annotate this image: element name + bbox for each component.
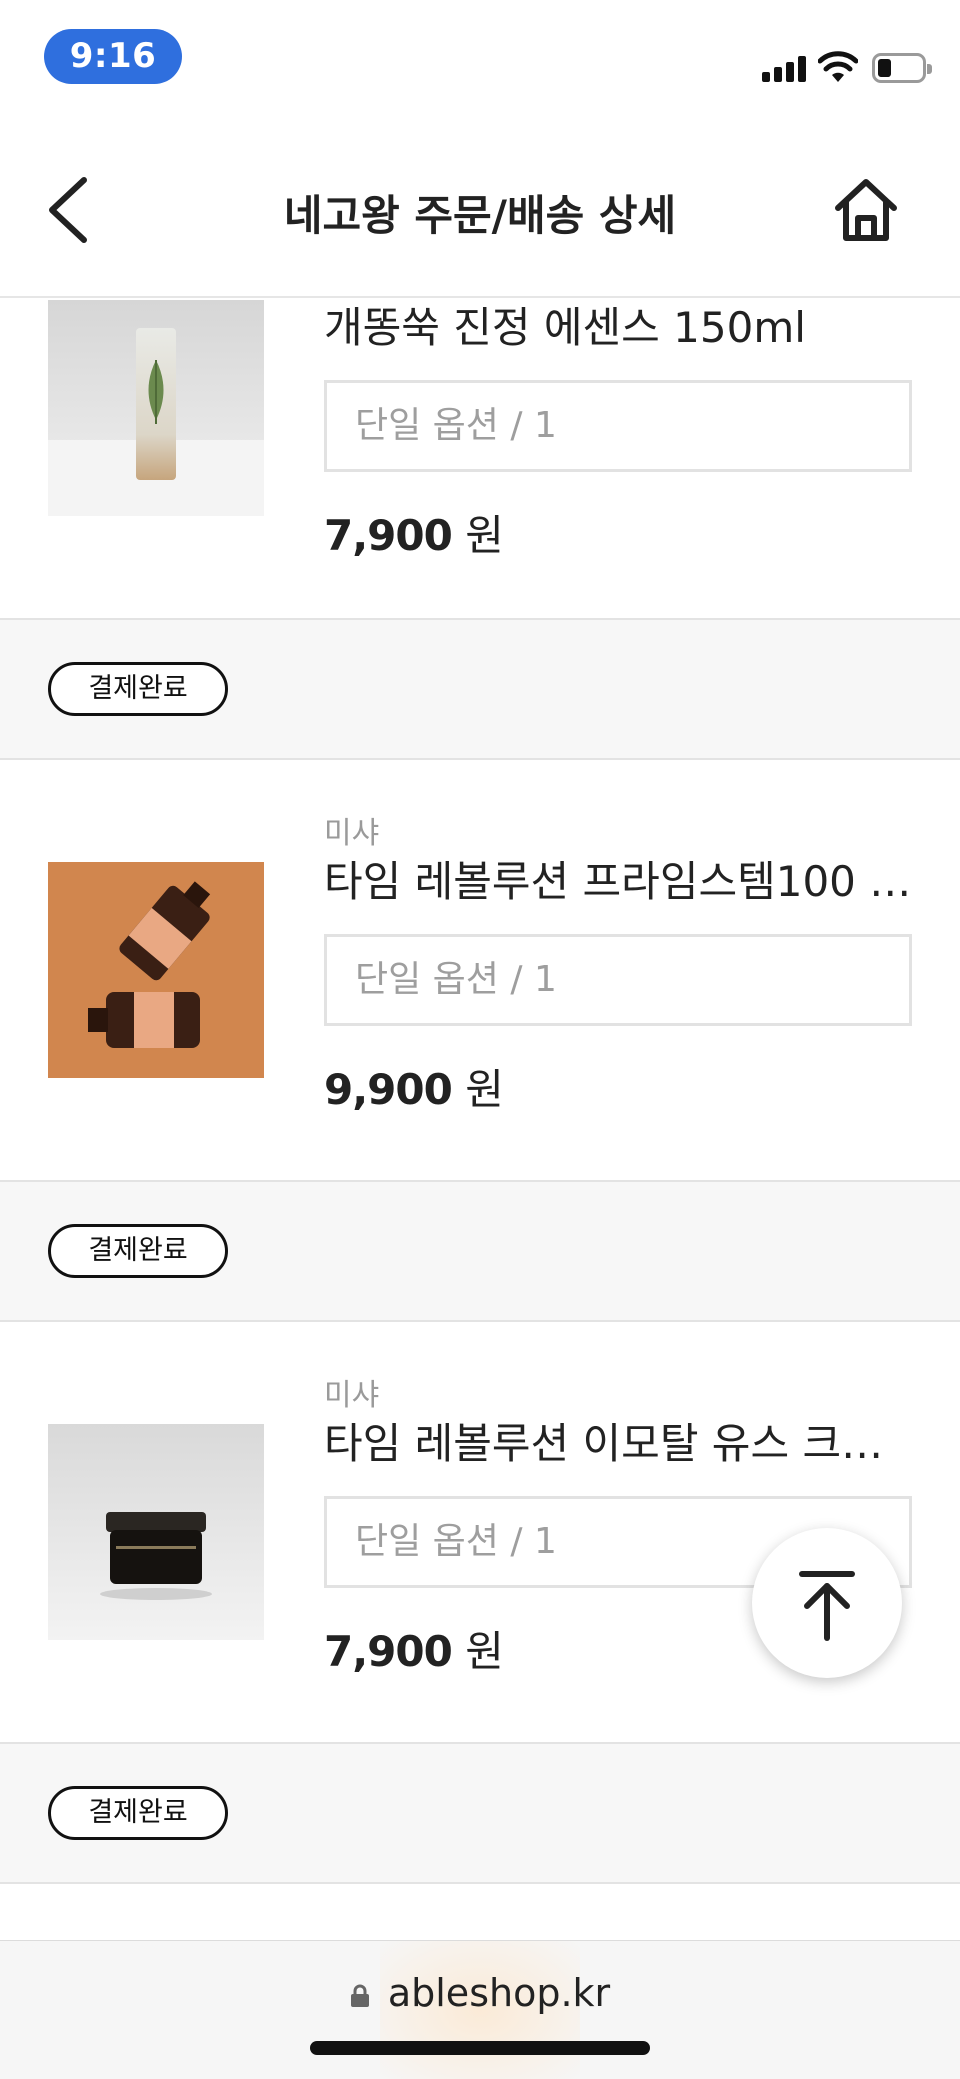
- home-indicator[interactable]: [310, 2041, 650, 2055]
- order-status-row: 결제완료: [0, 620, 960, 760]
- browser-address-bar[interactable]: ableshop.kr: [0, 1940, 960, 2079]
- cellular-signal-icon: [762, 56, 806, 82]
- scroll-to-top-button[interactable]: [752, 1528, 902, 1678]
- battery-icon: [872, 53, 932, 83]
- product-price: 7,900 원: [324, 508, 912, 564]
- price-currency: 원: [465, 511, 504, 560]
- order-item[interactable]: 개똥쑥 진정 에센스 150ml 단일 옵션 / 1 7,900 원: [0, 300, 960, 620]
- page-title: 네고왕 주문/배송 상세: [283, 191, 677, 240]
- price-value: 7,900: [324, 511, 453, 560]
- home-icon: [835, 179, 897, 241]
- product-price: 9,900 원: [324, 1062, 912, 1118]
- product-name: 개똥쑥 진정 에센스 150ml: [324, 303, 806, 352]
- product-name: 타임 레볼루션 이모탈 유스 크림 ...: [324, 1419, 912, 1468]
- top-navigation: 네고왕 주문/배송 상세: [0, 120, 960, 298]
- status-bar: 9:16: [0, 0, 960, 120]
- arrow-up-to-top-icon: [799, 1571, 855, 1641]
- order-status-row: 결제완료: [0, 1744, 960, 1884]
- status-time: 9:16: [44, 29, 182, 84]
- product-brand: 미샤: [324, 816, 380, 851]
- product-name: 타임 레볼루션 프라임스템100 리...: [324, 857, 912, 906]
- price-value: 7,900: [324, 1627, 453, 1676]
- product-image: [48, 862, 264, 1078]
- order-item[interactable]: 미샤 타임 레볼루션 프라임스템100 리... 단일 옵션 / 1 9,900…: [0, 760, 960, 1182]
- url-display[interactable]: ableshop.kr: [0, 1971, 960, 2015]
- price-currency: 원: [465, 1065, 504, 1114]
- lock-icon: [350, 1984, 369, 2007]
- wifi-icon: [818, 51, 858, 82]
- home-button[interactable]: [828, 172, 904, 248]
- order-status-badge[interactable]: 결제완료: [48, 1786, 228, 1840]
- product-image: [48, 1424, 264, 1640]
- product-option: 단일 옵션 / 1: [324, 380, 912, 472]
- price-currency: 원: [465, 1627, 504, 1676]
- url-text: ableshop.kr: [387, 1971, 611, 2015]
- order-status-row: 결제완료: [0, 1182, 960, 1322]
- product-brand: 미샤: [324, 1378, 380, 1413]
- order-status-badge[interactable]: 결제완료: [48, 1224, 228, 1278]
- order-status-badge[interactable]: 결제완료: [48, 662, 228, 716]
- product-image: [48, 300, 264, 516]
- price-value: 9,900: [324, 1065, 453, 1114]
- product-option: 단일 옵션 / 1: [324, 934, 912, 1026]
